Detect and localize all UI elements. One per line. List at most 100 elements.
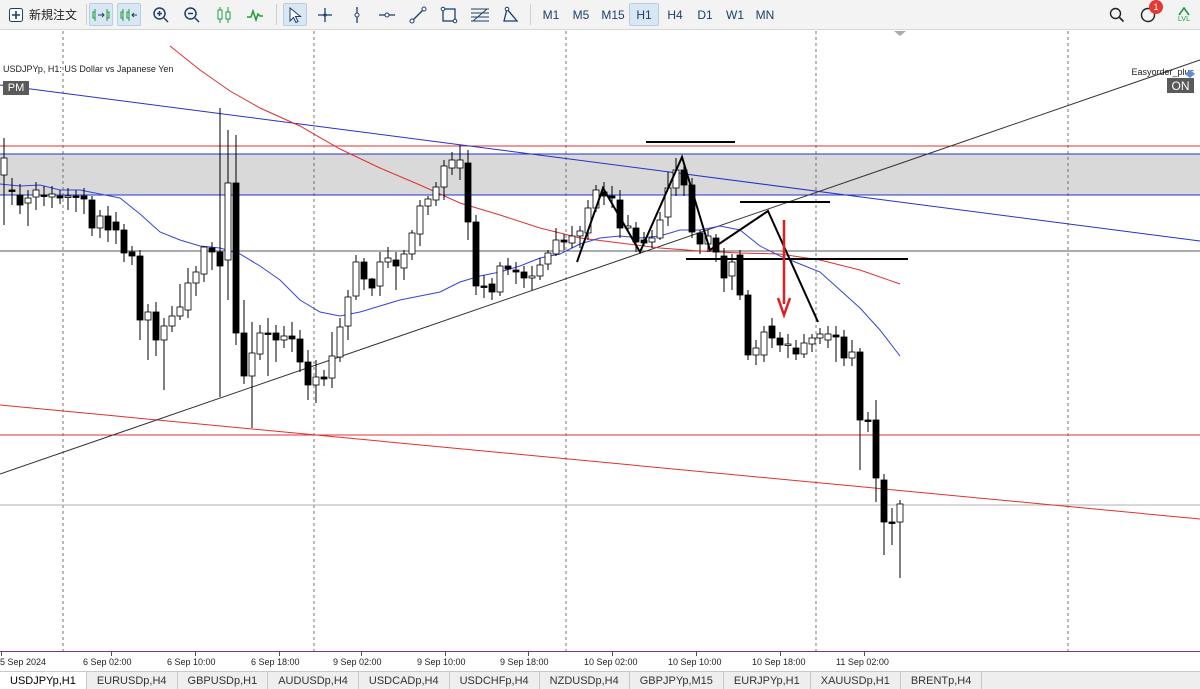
timeframe-h1[interactable]: H1 xyxy=(629,3,659,26)
level-button[interactable]: LVL xyxy=(1172,3,1196,26)
candles-button[interactable] xyxy=(212,3,236,26)
horizontal-line-icon xyxy=(379,12,395,17)
candle xyxy=(424,196,432,215)
chart-tab-eurusdp[interactable]: EURUSDp,H4 xyxy=(87,672,178,689)
chart-tab-nzdusdp[interactable]: NZDUSDp,H4 xyxy=(540,672,630,689)
candle xyxy=(304,350,312,400)
black-uptrend-line[interactable] xyxy=(0,59,1200,475)
chart-tab-audusdp[interactable]: AUDUSDp,H4 xyxy=(268,672,359,689)
timeframe-d1[interactable]: D1 xyxy=(690,3,720,26)
candle xyxy=(128,246,136,265)
red-channel-line[interactable] xyxy=(0,404,1200,520)
rectangle-icon xyxy=(440,6,458,23)
chart-tab-usdcadp[interactable]: USDCADp,H4 xyxy=(359,672,450,689)
bullish-candle-body xyxy=(824,333,832,341)
time-tick xyxy=(864,652,865,656)
fibonacci-button[interactable] xyxy=(467,3,493,26)
candle xyxy=(656,212,664,240)
bullish-candle-body xyxy=(400,253,408,269)
time-tick xyxy=(528,652,529,656)
rectangle-button[interactable] xyxy=(437,3,461,26)
timeframe-m1[interactable]: M1 xyxy=(536,3,566,26)
time-label: 9 Sep 18:00 xyxy=(500,657,549,667)
bullish-candle-body xyxy=(280,335,288,341)
vertical-line-button[interactable] xyxy=(346,3,368,26)
bearish-candle-body xyxy=(560,239,568,243)
candle xyxy=(144,304,152,360)
time-label: 9 Sep 02:00 xyxy=(333,657,382,667)
level-icon xyxy=(1178,6,1190,16)
search-icon xyxy=(1109,7,1125,22)
chart-tab-usdchfp[interactable]: USDCHFp,H4 xyxy=(450,672,540,689)
chart-tab-eurjpyp[interactable]: EURJPYp,H1 xyxy=(724,672,811,689)
time-label: 6 Sep 18:00 xyxy=(251,657,300,667)
bearish-candle-body xyxy=(504,265,512,270)
candle xyxy=(240,300,248,384)
chart-tab-xauusdp[interactable]: XAUUSDp,H1 xyxy=(811,672,901,689)
time-tick xyxy=(445,652,446,656)
bullish-candle-body xyxy=(848,351,856,359)
bearish-candle-body xyxy=(880,479,888,523)
bullish-candle-body xyxy=(248,352,256,377)
timeframe-h4[interactable]: H4 xyxy=(660,3,690,26)
candle xyxy=(328,332,336,388)
expert-advisor-status[interactable]: ON xyxy=(1167,78,1194,93)
bullish-candle-body xyxy=(256,332,264,355)
candle xyxy=(104,206,112,242)
bearish-candle-body xyxy=(368,278,376,289)
candle xyxy=(504,258,512,275)
time-label: 11 Sep 02:00 xyxy=(836,657,889,667)
notification-badge: 1 xyxy=(1149,0,1163,14)
chart-tab-gbpjpyp[interactable]: GBPJPYp,M15 xyxy=(630,672,724,689)
chart-tab-usdjpyp[interactable]: USDJPYp,H1 xyxy=(0,672,87,689)
chart-canvas[interactable] xyxy=(0,31,1200,651)
new-order-button[interactable]: 新規注文 xyxy=(8,3,84,26)
resistance-zone[interactable] xyxy=(0,154,1200,195)
candle xyxy=(368,278,376,296)
vertical-grid xyxy=(62,31,1069,651)
search-button[interactable] xyxy=(1106,3,1128,26)
bullish-candle-body xyxy=(376,261,384,287)
indicators-icon xyxy=(247,8,263,22)
shapes-button[interactable] xyxy=(498,3,522,26)
bullish-candle-body xyxy=(64,195,72,198)
notifications-button[interactable]: 1 xyxy=(1137,0,1163,26)
bullish-candle-body xyxy=(816,333,824,339)
time-tick xyxy=(195,652,196,656)
bullish-candle-body xyxy=(384,257,392,263)
bullish-candle-body xyxy=(408,232,416,255)
candle xyxy=(840,330,848,366)
bullish-candle-body xyxy=(784,343,792,346)
candle xyxy=(360,258,368,290)
bullish-candle-body xyxy=(424,198,432,207)
chart-tab-brentp[interactable]: BRENTp,H4 xyxy=(901,672,983,689)
zoom-out-button[interactable] xyxy=(181,3,203,26)
algo-trading-button[interactable] xyxy=(89,3,113,26)
timeframe-m15[interactable]: M15 xyxy=(598,3,628,26)
trendline-icon xyxy=(409,6,427,23)
toolbar-separator xyxy=(86,4,87,25)
price-chart[interactable]: USDJPYp, H1: US Dollar vs Japanese Yen P… xyxy=(0,31,1200,651)
trendline-button[interactable] xyxy=(406,3,430,26)
chart-tab-gbpusdp[interactable]: GBPUSDp,H1 xyxy=(178,672,269,689)
bearish-candle-body xyxy=(696,232,704,245)
bearish-candle-body xyxy=(872,419,880,479)
bearish-candle-body xyxy=(768,325,776,339)
time-axis: 5 Sep 2024 6 Sep 02:00 6 Sep 10:00 6 Sep 18… xyxy=(0,651,1200,671)
bearish-candle-body xyxy=(304,361,312,386)
candle xyxy=(112,212,120,244)
bullish-candle-body xyxy=(0,157,8,176)
timeframe-w1[interactable]: W1 xyxy=(720,3,750,26)
time-tick xyxy=(612,652,613,656)
indicators-button[interactable] xyxy=(243,3,267,26)
horizontal-line-button[interactable] xyxy=(375,3,399,26)
chart-shift-button[interactable] xyxy=(117,3,141,26)
cursor-button[interactable] xyxy=(283,3,307,26)
candle xyxy=(408,230,416,260)
timeframe-mn[interactable]: MN xyxy=(750,3,780,26)
new-order-icon xyxy=(8,7,24,23)
timeframe-m5[interactable]: M5 xyxy=(566,3,596,26)
bearish-candle-body xyxy=(488,283,496,293)
crosshair-button[interactable] xyxy=(314,3,336,26)
zoom-in-button[interactable] xyxy=(150,3,172,26)
